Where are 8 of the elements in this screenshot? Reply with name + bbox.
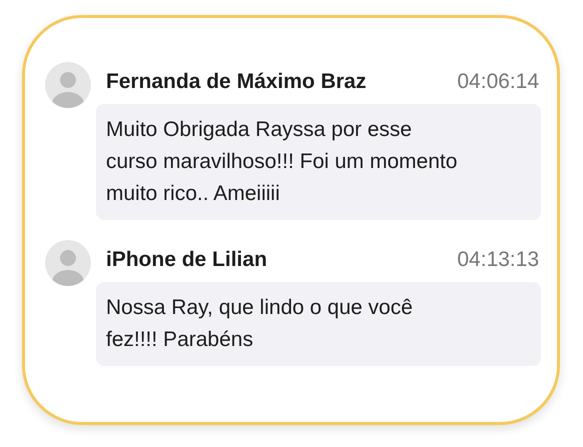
author-name: iPhone de Lilian — [106, 247, 268, 274]
avatar-icon — [45, 62, 91, 108]
message-text: Nossa Ray, que lindo o que você fez!!!! Parabéns — [106, 295, 414, 353]
avatar-icon — [45, 240, 91, 286]
message-time: 04:06:14 — [457, 69, 539, 96]
message-time: 04:13:13 — [457, 247, 539, 274]
message-text: Muito Obrigada Rayssa por esse curso maravilhoso!!! Foi um momento muito rico.. Ameiiiii — [106, 117, 458, 207]
author-name: Fernanda de Máximo Braz — [106, 69, 366, 96]
